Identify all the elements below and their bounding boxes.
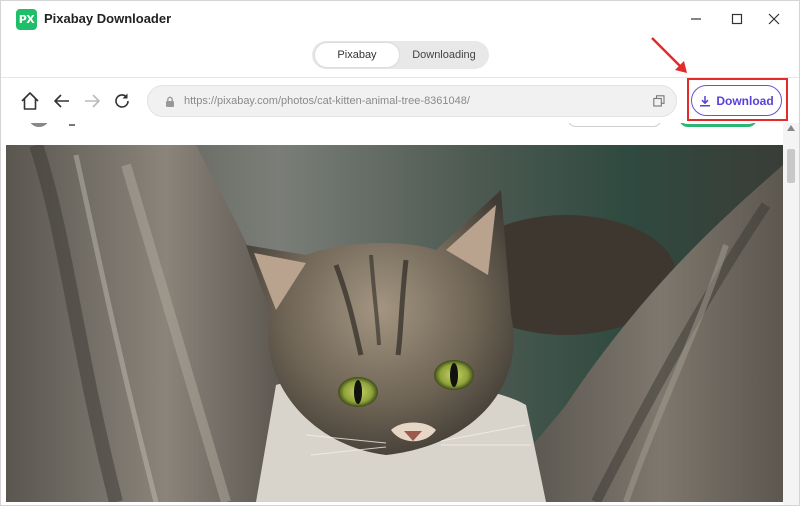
close-icon	[768, 13, 780, 25]
page-download-button[interactable]	[679, 123, 757, 127]
download-icon	[700, 95, 711, 107]
app-logo-text: PX	[18, 13, 35, 26]
divider	[69, 124, 75, 126]
app-window: PX Pixabay Downloader Pixabay Downloadin…	[0, 0, 800, 506]
scrollbar-thumb[interactable]	[787, 149, 795, 183]
back-button[interactable]	[51, 90, 73, 112]
maximize-icon	[731, 13, 743, 25]
cat-photo	[6, 145, 783, 502]
scrollbar[interactable]	[783, 123, 799, 505]
red-arrow-annotation	[651, 37, 687, 73]
minimize-icon	[691, 18, 701, 20]
lock-icon	[166, 96, 174, 107]
reload-icon	[115, 93, 129, 108]
home-icon	[21, 92, 39, 110]
page-action-button[interactable]	[567, 123, 662, 127]
app-logo-icon: PX	[16, 9, 37, 30]
forward-button[interactable]	[81, 90, 103, 112]
arrow-left-icon	[54, 94, 69, 108]
app-title: Pixabay Downloader	[44, 11, 172, 26]
arrow-right-icon	[85, 94, 100, 108]
page-header-peek	[1, 123, 799, 145]
chevron-up-icon[interactable]	[787, 125, 795, 131]
address-bar[interactable]: https://pixabay.com/photos/cat-kitten-an…	[147, 85, 677, 117]
avatar[interactable]	[29, 123, 49, 127]
maximize-button[interactable]	[722, 6, 752, 32]
url-text: https://pixabay.com/photos/cat-kitten-an…	[184, 95, 470, 107]
close-button[interactable]	[759, 6, 789, 32]
download-button[interactable]: Download	[691, 85, 782, 116]
title-bar: PX Pixabay Downloader	[1, 1, 799, 37]
tab-downloading[interactable]: Downloading	[402, 43, 486, 67]
copy-icon[interactable]	[653, 95, 665, 107]
tab-pixabay[interactable]: Pixabay	[315, 43, 399, 67]
tab-switcher: Pixabay Downloading	[312, 41, 489, 69]
download-button-label: Download	[716, 93, 774, 108]
home-button[interactable]	[19, 90, 41, 112]
browser-toolbar: https://pixabay.com/photos/cat-kitten-an…	[1, 77, 799, 123]
reload-button[interactable]	[111, 90, 133, 112]
minimize-button[interactable]	[681, 6, 711, 32]
